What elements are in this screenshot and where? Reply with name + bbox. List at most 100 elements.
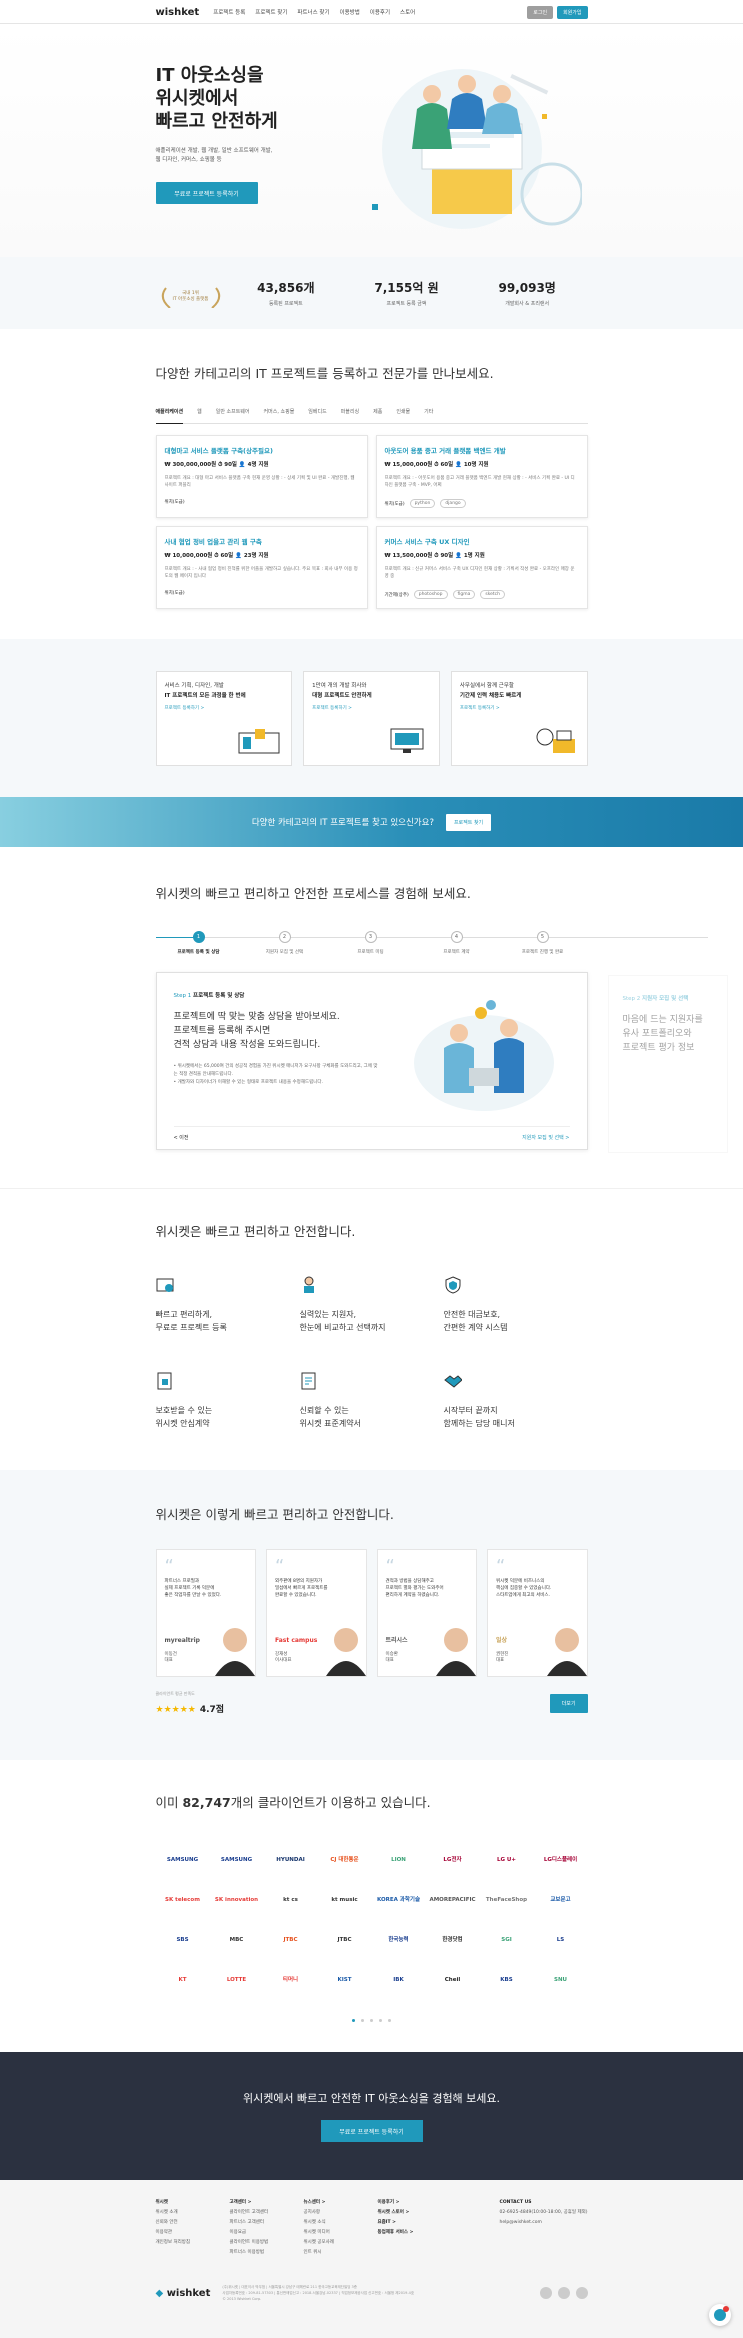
project-type: 위치(도급) xyxy=(384,501,405,507)
register-icon xyxy=(156,1278,173,1292)
footer-link[interactable]: 위시켓 소개 xyxy=(156,2208,200,2218)
project-card[interactable]: 사내 협업 정비 업을고 관리 웹 구축 ₩ 10,000,000원 ⏱ 60일 … xyxy=(155,526,368,609)
footer-link[interactable]: 요즘IT > xyxy=(378,2218,422,2228)
next-button[interactable]: 지원자 모집 및 선택 > xyxy=(522,1134,569,1141)
footer-link[interactable]: 신뢰와 안전 xyxy=(156,2218,200,2228)
service-link[interactable]: 프로젝트 등록하기 > xyxy=(312,705,431,711)
tab-etc[interactable]: 기타 xyxy=(424,408,433,415)
tab-web[interactable]: 웹 xyxy=(197,408,202,415)
rating-label: 클라이언트 평균 만족도 xyxy=(155,1691,195,1696)
nav-reviews[interactable]: 이용후기 xyxy=(370,8,390,16)
footer-link[interactable]: 파트너스 이용방법 xyxy=(230,2248,274,2258)
find-project-button[interactable]: 프로젝트 찾기 xyxy=(445,813,492,831)
review-card[interactable]: “ 외주판에 8명의 지원자가 밀섭에서 빠르게 프로젝트를 완료할 수 있었습니… xyxy=(266,1549,367,1677)
stat-value: 7,155억 원 xyxy=(374,281,439,295)
shield-icon xyxy=(445,1276,460,1294)
footer-link[interactable]: 위시켓 미디어 xyxy=(304,2228,348,2238)
project-card[interactable]: 아웃도어 용품 중고 거래 플랫폼 백엔드 개발 ₩ 15,000,000원 ⏱ … xyxy=(375,435,588,518)
footer-link[interactable]: 위시켓 소식 xyxy=(304,2218,348,2228)
footer-link[interactable]: 클라이언트 고객센터 xyxy=(230,2208,274,2218)
tab-print[interactable]: 인쇄물 xyxy=(396,408,410,415)
more-reviews-button[interactable]: 더보기 xyxy=(549,1694,588,1713)
step-5[interactable]: 5 프로젝트 진행 및 완료 xyxy=(500,928,586,955)
footer-heading[interactable]: 이용후기 > xyxy=(378,2198,422,2208)
feature-text: 안전한 대금보호, 간편한 계약 시스템 xyxy=(443,1310,508,1332)
prev-button[interactable]: < 이전 xyxy=(174,1134,189,1141)
footer-link[interactable]: 위시켓 공모사례 xyxy=(304,2238,348,2248)
stat-label: 개발회사 & 프리랜서 xyxy=(505,301,550,307)
step-2[interactable]: 2 지원자 모집 및 선택 xyxy=(242,928,328,955)
carousel-dot[interactable] xyxy=(352,2019,355,2022)
client-logo: JTBC xyxy=(283,1937,298,1943)
feature-text: 빠르고 편리하게, 무료로 프로젝트 등록 xyxy=(155,1310,227,1332)
blog-icon[interactable] xyxy=(557,2287,570,2299)
footer-link[interactable]: 파트너스 고객센터 xyxy=(230,2218,274,2228)
footer-register-button[interactable]: 무료로 프로젝트 등록하기 xyxy=(320,2120,423,2142)
review-text: 외주판에 8명의 지원자가 밀섭에서 빠르게 프로젝트를 완료할 수 있었습니다… xyxy=(275,1579,328,1598)
footer-heading[interactable]: 고객센터 > xyxy=(230,2198,274,2208)
nav-partners-find[interactable]: 파트너스 찾기 xyxy=(297,8,329,16)
skill-tag: django xyxy=(440,499,466,508)
contact-email[interactable]: help@wishket.com xyxy=(500,2218,588,2228)
step-number: Step 1 xyxy=(173,993,192,999)
footer-link[interactable]: 위시켓 스토어 > xyxy=(378,2208,422,2218)
review-card[interactable]: “ 위시켓 덕분에 비즈니스의 핵심에 집중할 수 있었습니다. 스타트업에게 최… xyxy=(487,1549,588,1677)
footer-link[interactable]: 이용요금 xyxy=(230,2228,274,2238)
service-link[interactable]: 프로젝트 등록하기 > xyxy=(165,705,284,711)
tab-commerce[interactable]: 커머스, 쇼핑몰 xyxy=(264,408,295,415)
nav-how-to-use[interactable]: 이용방법 xyxy=(340,8,360,16)
login-button[interactable]: 로그인 xyxy=(527,5,554,19)
carousel-dot[interactable] xyxy=(379,2019,382,2022)
footer-heading[interactable]: 위시켓 xyxy=(156,2198,200,2208)
footer-heading[interactable]: 뉴스센터 > xyxy=(304,2198,348,2208)
service-box[interactable]: 사무실에서 함께 근무할 기간제 인력 채용도 빠르게 프로젝트 등록하기 > xyxy=(450,671,588,766)
clients-section: 이미 82,747개의 클라이언트가 이용하고 있습니다. SAMSUNG SA… xyxy=(0,1760,743,2052)
contact-heading: CONTACT US xyxy=(499,2200,532,2205)
step-3[interactable]: 3 프로젝트 미팅 xyxy=(328,928,414,955)
signup-button[interactable]: 회원가입 xyxy=(557,5,588,19)
find-project-banner: 다양한 카테고리의 IT 프로젝트를 찾고 있으신가요? 프로젝트 찾기 xyxy=(0,797,743,847)
carousel-dot[interactable] xyxy=(361,2019,364,2022)
footer-col: 위시켓 위시켓 소개 신뢰와 안전 이용약관 개인정보 처리방침 xyxy=(156,2198,200,2258)
service-headline: 기간제 인력 채용도 빠르게 xyxy=(459,693,522,699)
footer-link[interactable]: 개인정보 처리방침 xyxy=(156,2238,200,2248)
stats-bar: 국내 1위 IT 아웃소싱 플랫폼 43,856개 등록된 프로젝트 7,155억… xyxy=(0,257,743,329)
reviews-section: 위시켓은 이렇게 빠르고 편리하고 안전합니다. “ 파트너스 프로필과 실제 프… xyxy=(0,1470,743,1760)
contact-phone: 02-6925-4849(10:00-18:00, 공휴일 제외) xyxy=(499,2210,588,2215)
tab-product[interactable]: 제품 xyxy=(373,408,382,415)
review-card[interactable]: “ 파트너스 프로필과 실제 프로젝트 기록 덕분에 좋은 작업자를 만날 수 있… xyxy=(155,1549,256,1677)
logo[interactable]: wishket xyxy=(156,7,200,18)
nav-project-find[interactable]: 프로젝트 찾기 xyxy=(255,8,287,16)
service-box[interactable]: 1만여 개의 개발 회사와 대형 프로젝트도 안전하게 프로젝트 등록하기 > xyxy=(303,671,440,766)
project-card[interactable]: 대형마고 서비스 플랫폼 구축(상주필요) ₩ 300,000,000원 ⏱ 90… xyxy=(155,435,368,518)
service-line: 서비스 기획, 디자인, 개발 xyxy=(164,683,224,689)
footer-link[interactable]: 동업제휴 서비스 > xyxy=(378,2228,422,2238)
facebook-icon[interactable] xyxy=(539,2287,552,2299)
footer-link[interactable]: 클라이언트 이용방법 xyxy=(230,2238,274,2248)
tab-embedded[interactable]: 임베디드 xyxy=(308,408,326,415)
tab-software[interactable]: 일반 소프트웨어 xyxy=(216,408,250,415)
footer-link[interactable]: 이용약관 xyxy=(156,2228,200,2238)
feature-item: 안전한 대금보호, 간편한 계약 시스템 xyxy=(444,1276,588,1334)
chat-button[interactable] xyxy=(709,2304,731,2326)
project-meta: ₩ 13,500,000원 ⏱ 90일 👤 1명 지원 xyxy=(384,553,485,559)
tab-publishing[interactable]: 퍼블리싱 xyxy=(341,408,359,415)
naver-icon[interactable] xyxy=(575,2287,588,2299)
step-1[interactable]: 1 프로젝트 등록 및 상담 xyxy=(156,928,242,955)
footer-cta-title: 위시켓에서 빠르고 안전한 IT 아웃소싱을 경험해 보세요. xyxy=(242,2092,501,2105)
tab-application[interactable]: 애플리케이션 xyxy=(155,408,184,424)
footer-link[interactable]: 인트 위시 xyxy=(304,2248,348,2258)
service-link[interactable]: 프로젝트 등록하기 > xyxy=(460,705,579,711)
carousel-dot[interactable] xyxy=(370,2019,373,2022)
step-4[interactable]: 4 프로젝트 계약 xyxy=(414,928,500,955)
review-card[interactable]: “ 견적과 방법을 상담해주고 프로젝트 별와 평가는 도와주어 편리하게 계약을… xyxy=(376,1549,477,1677)
carousel-dot[interactable] xyxy=(388,2019,391,2022)
project-card[interactable]: 커머스 서비스 구축 UX 디자인 ₩ 13,500,000원 ⏱ 90일 👤 1… xyxy=(375,526,588,609)
stat-partners: 99,093명 개발회사 & 프리랜서 xyxy=(467,279,588,307)
nav-store[interactable]: 스토어 xyxy=(400,8,415,16)
nav-project-register[interactable]: 프로젝트 등록 xyxy=(213,8,245,16)
footer-logo[interactable]: ◆ wishket xyxy=(156,2288,211,2299)
footer-link[interactable]: 공지사항 xyxy=(304,2208,348,2218)
hero-register-button[interactable]: 무료로 프로젝트 등록하기 xyxy=(155,182,258,204)
service-box[interactable]: 서비스 기획, 디자인, 개발 IT 프로젝트의 모든 과정을 한 번에 프로젝트 … xyxy=(155,671,293,766)
